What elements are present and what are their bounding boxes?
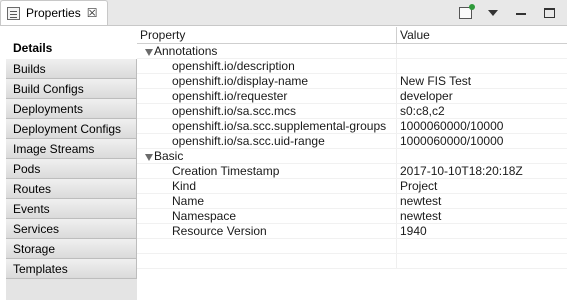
- side-tab-storage[interactable]: Storage: [6, 239, 137, 259]
- property-name: openshift.io/sa.scc.supplemental-groups: [137, 119, 397, 133]
- table-row[interactable]: Creation Timestamp 2017-10-10T18:20:18Z: [137, 164, 567, 179]
- view-menu-icon: [488, 9, 498, 16]
- side-tab-pods[interactable]: Pods: [6, 159, 137, 179]
- property-value: developer: [400, 89, 453, 103]
- table-row[interactable]: openshift.io/sa.scc.supplemental-groups 1…: [137, 119, 567, 134]
- properties-view-tab[interactable]: Properties ☒: [0, 0, 108, 25]
- side-tab-image-streams[interactable]: Image Streams: [6, 139, 137, 159]
- pin-button[interactable]: [455, 3, 475, 23]
- table-row[interactable]: openshift.io/description: [137, 59, 567, 74]
- property-value: newtest: [400, 209, 442, 223]
- empty-row: [137, 239, 567, 254]
- property-name: openshift.io/sa.scc.mcs: [137, 104, 397, 118]
- pin-icon: [458, 3, 475, 19]
- category-label: Basic: [137, 149, 397, 163]
- property-value: newtest: [400, 194, 442, 208]
- empty-cell: [397, 239, 567, 253]
- properties-view-content: Details Builds Build Configs Deployments Dep…: [0, 25, 567, 300]
- property-text: Resource Version: [172, 224, 267, 238]
- view-menu-button[interactable]: [483, 3, 503, 23]
- property-value: [397, 149, 567, 163]
- property-name: openshift.io/description: [137, 59, 397, 73]
- table-row[interactable]: openshift.io/sa.scc.uid-range 1000060000/…: [137, 134, 567, 149]
- close-icon[interactable]: ☒: [87, 7, 98, 19]
- property-text: Basic: [154, 149, 184, 163]
- maximize-icon: [543, 7, 555, 18]
- property-text: Creation Timestamp: [172, 164, 280, 178]
- property-text: openshift.io/description: [172, 59, 295, 73]
- category-row[interactable]: Basic: [137, 149, 567, 164]
- property-value: Project: [400, 179, 438, 193]
- property-table: Property Value Annotations openshift.io/d…: [137, 27, 567, 300]
- property-text: openshift.io/display-name: [172, 74, 309, 88]
- property-text: openshift.io/sa.scc.uid-range: [172, 134, 325, 148]
- property-name: Name: [137, 194, 397, 208]
- property-name: Resource Version: [137, 224, 397, 238]
- side-tab-deployments[interactable]: Deployments: [6, 99, 137, 119]
- property-name: openshift.io/display-name: [137, 74, 397, 88]
- property-column-header[interactable]: Property: [137, 27, 397, 43]
- property-value: 1000060000/10000: [400, 119, 504, 133]
- table-row[interactable]: Namespace newtest: [137, 209, 567, 224]
- table-row[interactable]: Resource Version 1940: [137, 224, 567, 239]
- table-row[interactable]: openshift.io/requester developer: [137, 89, 567, 104]
- property-value: 1000060000/10000: [400, 134, 504, 148]
- property-value: 2017-10-10T18:20:18Z: [400, 164, 523, 178]
- side-tab-templates[interactable]: Templates: [6, 259, 137, 279]
- property-name: Kind: [137, 179, 397, 193]
- side-tab-events[interactable]: Events: [6, 199, 137, 219]
- minimize-button[interactable]: [511, 3, 531, 23]
- expand-triangle-icon[interactable]: [145, 49, 153, 56]
- category-label: Annotations: [137, 44, 397, 58]
- side-tab-deployment-configs[interactable]: Deployment Configs: [6, 119, 137, 139]
- property-name: Namespace: [137, 209, 397, 223]
- property-name: openshift.io/requester: [137, 89, 397, 103]
- side-tab-services[interactable]: Services: [6, 219, 137, 239]
- property-text: openshift.io/sa.scc.mcs: [172, 104, 297, 118]
- maximize-button[interactable]: [539, 3, 559, 23]
- properties-icon: [7, 6, 20, 20]
- minimize-icon: [516, 12, 526, 15]
- side-tab-details[interactable]: Details: [6, 38, 137, 59]
- side-tab-builds[interactable]: Builds: [6, 59, 137, 79]
- property-text: Namespace: [172, 209, 237, 223]
- side-tab-build-configs[interactable]: Build Configs: [6, 79, 137, 99]
- property-value: 1940: [400, 224, 427, 238]
- property-text: Annotations: [154, 44, 218, 58]
- empty-cell: [137, 254, 397, 268]
- empty-cell: [137, 239, 397, 253]
- property-text: Name: [172, 194, 205, 208]
- table-body: Annotations openshift.io/description opens…: [137, 44, 567, 269]
- table-header: Property Value: [137, 27, 567, 44]
- property-text: openshift.io/requester: [172, 89, 288, 103]
- property-value: [397, 59, 567, 73]
- table-row[interactable]: openshift.io/display-name New FIS Test: [137, 74, 567, 89]
- view-tab-bar: Properties ☒: [0, 0, 567, 25]
- property-text: openshift.io/sa.scc.supplemental-groups: [172, 119, 387, 133]
- empty-row: [137, 254, 567, 269]
- property-text: Kind: [172, 179, 197, 193]
- side-tab-routes[interactable]: Routes: [6, 179, 137, 199]
- table-row[interactable]: openshift.io/sa.scc.mcs s0:c8,c2: [137, 104, 567, 119]
- side-tab-list: Details Builds Build Configs Deployments Dep…: [6, 38, 137, 300]
- value-column-header[interactable]: Value: [397, 27, 567, 43]
- table-row[interactable]: Kind Project: [137, 179, 567, 194]
- view-toolbar: [447, 0, 567, 25]
- category-row[interactable]: Annotations: [137, 44, 567, 59]
- view-title: Properties: [26, 6, 81, 20]
- property-value: [397, 44, 567, 58]
- table-row[interactable]: Name newtest: [137, 194, 567, 209]
- property-value: s0:c8,c2: [400, 104, 445, 118]
- empty-cell: [397, 254, 567, 268]
- expand-triangle-icon[interactable]: [145, 154, 153, 161]
- property-name: openshift.io/sa.scc.uid-range: [137, 134, 397, 148]
- property-value: New FIS Test: [400, 74, 472, 88]
- property-name: Creation Timestamp: [137, 164, 397, 178]
